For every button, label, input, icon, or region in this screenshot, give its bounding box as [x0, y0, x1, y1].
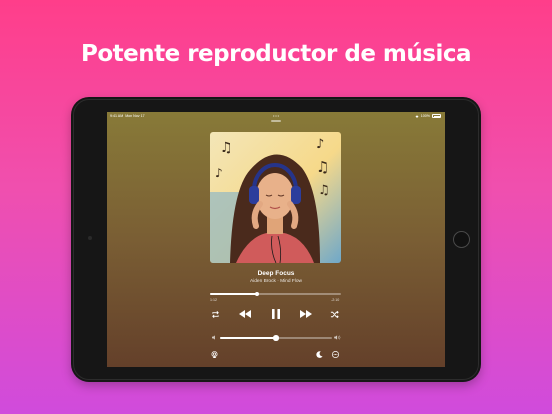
- svg-text:♫: ♫: [220, 140, 233, 156]
- time-remaining: -2:10: [331, 298, 340, 302]
- volume-fill: [220, 337, 276, 339]
- pause-button[interactable]: [269, 307, 283, 321]
- sheet-grabber[interactable]: [271, 120, 281, 122]
- airplay-icon: [211, 351, 218, 358]
- volume-knob[interactable]: [273, 335, 279, 341]
- more-icon: [332, 351, 339, 358]
- front-camera: [88, 236, 92, 240]
- volume-slider[interactable]: [220, 335, 332, 341]
- battery-percent: 100%: [420, 114, 430, 118]
- wifi-icon: [415, 115, 419, 118]
- speaker-low-icon: [211, 334, 215, 340]
- forward-icon: [300, 310, 312, 318]
- time-elapsed: 1:12: [210, 298, 217, 302]
- sleep-timer-button[interactable]: [315, 350, 324, 359]
- speaker-high: [333, 333, 342, 341]
- repeat-button[interactable]: [210, 309, 221, 320]
- speaker-high-icon: [334, 334, 341, 340]
- progress-bar[interactable]: [210, 291, 341, 296]
- track-artist-album[interactable]: Aiden Brock · Mind Flow: [107, 279, 445, 284]
- shuffle-button[interactable]: [329, 309, 340, 320]
- ipad-device: 9:41 AM Mon Nov 17 • • • 100% ♫ ♪ ♪ ♫ ♫ …: [71, 97, 481, 382]
- album-artwork: ♫ ♪ ♪ ♫ ♫: [210, 132, 341, 263]
- svg-text:♫: ♫: [316, 158, 329, 176]
- speaker-low: [210, 333, 218, 341]
- svg-text:♪: ♪: [215, 166, 223, 180]
- battery-icon: [432, 114, 441, 118]
- airplay-button[interactable]: [210, 350, 219, 359]
- home-button[interactable]: [453, 231, 470, 248]
- headline: Potente reproductor de música: [80, 41, 472, 67]
- progress-fill: [210, 293, 258, 295]
- shuffle-icon: [330, 310, 339, 319]
- pause-icon: [272, 309, 280, 319]
- player-screen: 9:41 AM Mon Nov 17 • • • 100% ♫ ♪ ♪ ♫ ♫ …: [107, 112, 445, 367]
- status-dots: • • •: [273, 114, 279, 118]
- moon-icon: [316, 351, 323, 358]
- svg-text:♫: ♫: [318, 183, 330, 198]
- forward-button[interactable]: [299, 308, 313, 320]
- rewind-icon: [239, 310, 251, 318]
- more-button[interactable]: [331, 350, 340, 359]
- progress-scrubber[interactable]: [255, 291, 260, 296]
- track-title: Deep Focus: [257, 270, 295, 277]
- repeat-icon: [212, 311, 219, 318]
- status-indicators: 100%: [415, 114, 441, 118]
- rewind-button[interactable]: [238, 308, 252, 320]
- svg-text:♪: ♪: [316, 137, 324, 152]
